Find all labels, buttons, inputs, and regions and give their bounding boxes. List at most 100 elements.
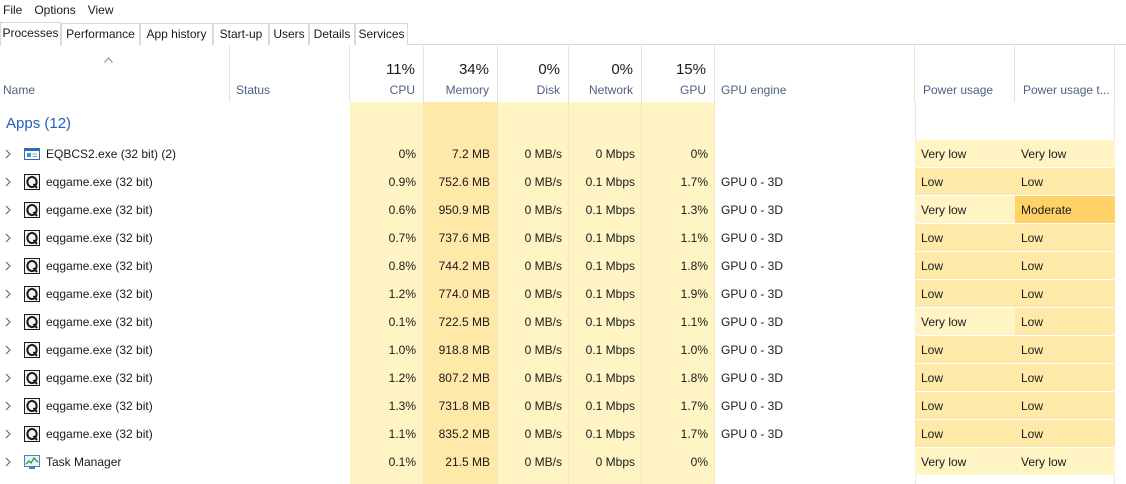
menu-options[interactable]: Options xyxy=(31,0,75,20)
header-status-label: Status xyxy=(236,83,271,97)
header-power-usage-trend[interactable]: Power usage t... xyxy=(1015,46,1115,102)
process-name: Task Manager xyxy=(46,455,122,469)
process-row[interactable]: eqgame.exe (32 bit) 1.0% 918.8 MB 0 MB/s 0.1… xyxy=(0,336,1126,364)
cell-cpu: 1.2% xyxy=(388,287,416,301)
process-row[interactable]: eqgame.exe (32 bit) 1.3% 731.8 MB 0 MB/s 0.1… xyxy=(0,392,1126,420)
process-name: eqgame.exe (32 bit) xyxy=(46,231,153,245)
cell-network: 0.1 Mbps xyxy=(585,399,635,413)
cell-power: Low xyxy=(915,168,1015,195)
group-title: Apps (12) xyxy=(6,115,72,132)
chevron-right-icon[interactable] xyxy=(4,373,12,383)
chevron-right-icon[interactable] xyxy=(4,149,12,159)
cell-disk: 0 MB/s xyxy=(524,399,562,413)
chevron-right-icon[interactable] xyxy=(4,233,12,243)
chevron-right-icon[interactable] xyxy=(4,401,12,411)
cell-network: 0.1 Mbps xyxy=(585,371,635,385)
cell-gpu: 1.0% xyxy=(680,343,708,357)
header-memory[interactable]: 34% Memory xyxy=(424,46,498,102)
header-gpu[interactable]: 15% GPU xyxy=(642,46,715,102)
tab-performance[interactable]: Performance xyxy=(61,23,140,45)
cell-power-trend: Low xyxy=(1015,224,1115,251)
cell-gpu-engine: GPU 0 - 3D xyxy=(721,427,784,441)
header-disk-percent: 0% xyxy=(538,61,560,78)
header-status[interactable]: Status xyxy=(230,46,350,102)
tab-app-history[interactable]: App history xyxy=(140,23,213,45)
cell-memory: 722.5 MB xyxy=(438,315,490,329)
header-gpu-label: GPU xyxy=(679,83,706,97)
cell-power-trend: Moderate xyxy=(1015,196,1115,223)
chevron-right-icon[interactable] xyxy=(4,317,12,327)
eqgame-icon xyxy=(24,370,40,386)
chevron-right-icon[interactable] xyxy=(4,429,12,439)
cell-cpu: 0.6% xyxy=(388,203,416,217)
cell-gpu: 0% xyxy=(690,455,708,469)
cell-disk: 0 MB/s xyxy=(524,175,562,189)
process-row[interactable]: eqgame.exe (32 bit) 0.9% 752.6 MB 0 MB/s 0.1… xyxy=(0,168,1126,196)
header-power-usage[interactable]: Power usage xyxy=(915,46,1015,102)
process-row[interactable]: EQBCS2.exe (32 bit) (2) 0% 7.2 MB 0 MB/s 0 M… xyxy=(0,140,1126,168)
tab-users[interactable]: Users xyxy=(269,23,309,45)
header-cpu[interactable]: 11% CPU xyxy=(350,46,424,102)
process-row[interactable]: eqgame.exe (32 bit) 1.2% 807.2 MB 0 MB/s 0.1… xyxy=(0,364,1126,392)
eqgame-icon xyxy=(24,314,40,330)
cell-cpu: 0.9% xyxy=(388,175,416,189)
cell-disk: 0 MB/s xyxy=(524,315,562,329)
cell-power: Low xyxy=(915,224,1015,251)
cell-power-trend: Low xyxy=(1015,308,1115,335)
menu-file[interactable]: File xyxy=(0,0,22,20)
tab-details[interactable]: Details xyxy=(309,23,355,45)
cell-disk: 0 MB/s xyxy=(524,343,562,357)
cell-power: Very low xyxy=(915,308,1015,335)
process-row[interactable]: eqgame.exe (32 bit) 1.1% 835.2 MB 0 MB/s 0.1… xyxy=(0,420,1126,448)
cell-memory: 752.6 MB xyxy=(438,175,490,189)
tab-services[interactable]: Services xyxy=(355,23,408,45)
chevron-right-icon[interactable] xyxy=(4,177,12,187)
chevron-right-icon[interactable] xyxy=(4,457,12,467)
cell-gpu-engine: GPU 0 - 3D xyxy=(721,231,784,245)
chevron-right-icon[interactable] xyxy=(4,289,12,299)
cell-power-trend: Low xyxy=(1015,364,1115,391)
cell-gpu-engine: GPU 0 - 3D xyxy=(721,315,784,329)
eqgame-icon xyxy=(24,258,40,274)
cell-network: 0 Mbps xyxy=(595,455,635,469)
header-network[interactable]: 0% Network xyxy=(569,46,642,102)
header-name[interactable]: Name xyxy=(0,46,230,102)
cell-memory: 835.2 MB xyxy=(438,427,490,441)
group-header-apps[interactable]: Apps (12) xyxy=(0,102,1126,140)
cell-power: Low xyxy=(915,392,1015,419)
cell-power: Low xyxy=(915,364,1015,391)
process-row[interactable]: eqgame.exe (32 bit) 0.1% 722.5 MB 0 MB/s 0.1… xyxy=(0,308,1126,336)
chevron-right-icon[interactable] xyxy=(4,345,12,355)
cell-power: Very low xyxy=(915,140,1015,167)
cell-gpu-engine: GPU 0 - 3D xyxy=(721,175,784,189)
cell-gpu-engine: GPU 0 - 3D xyxy=(721,259,784,273)
eqgame-icon xyxy=(24,174,40,190)
process-row[interactable]: eqgame.exe (32 bit) 0.7% 737.6 MB 0 MB/s 0.1… xyxy=(0,224,1126,252)
cell-memory: 918.8 MB xyxy=(438,343,490,357)
column-header-row: Name Status 11% CPU 34% Memory 0% Disk 0… xyxy=(0,46,1126,102)
chevron-right-icon[interactable] xyxy=(4,261,12,271)
header-cpu-percent: 11% xyxy=(386,61,415,78)
cell-network: 0.1 Mbps xyxy=(585,427,635,441)
cell-memory: 950.9 MB xyxy=(438,203,490,217)
eqgame-icon xyxy=(24,286,40,302)
cell-memory: 807.2 MB xyxy=(438,371,490,385)
process-row[interactable]: Task Manager 0.1% 21.5 MB 0 MB/s 0 Mbps 0% Ver… xyxy=(0,448,1126,476)
cell-power-trend: Low xyxy=(1015,392,1115,419)
cell-network: 0.1 Mbps xyxy=(585,343,635,357)
process-row[interactable]: eqgame.exe (32 bit) 0.8% 744.2 MB 0 MB/s 0.1… xyxy=(0,252,1126,280)
header-cpu-label: CPU xyxy=(389,83,415,97)
tab-startup[interactable]: Start-up xyxy=(213,23,269,45)
menu-view[interactable]: View xyxy=(85,0,114,20)
process-row[interactable]: eqgame.exe (32 bit) 1.2% 774.0 MB 0 MB/s 0.1… xyxy=(0,280,1126,308)
cell-gpu: 1.1% xyxy=(680,231,708,245)
cell-network: 0.1 Mbps xyxy=(585,203,635,217)
header-gpu-engine-label: GPU engine xyxy=(721,83,787,97)
cell-gpu: 1.8% xyxy=(680,371,708,385)
chevron-right-icon[interactable] xyxy=(4,205,12,215)
header-gpu-engine[interactable]: GPU engine xyxy=(715,46,915,102)
header-disk[interactable]: 0% Disk xyxy=(498,46,569,102)
header-power-usage-label: Power usage xyxy=(923,83,994,97)
process-row[interactable]: eqgame.exe (32 bit) 0.6% 950.9 MB 0 MB/s 0.1… xyxy=(0,196,1126,224)
tab-processes[interactable]: Processes xyxy=(0,22,61,46)
